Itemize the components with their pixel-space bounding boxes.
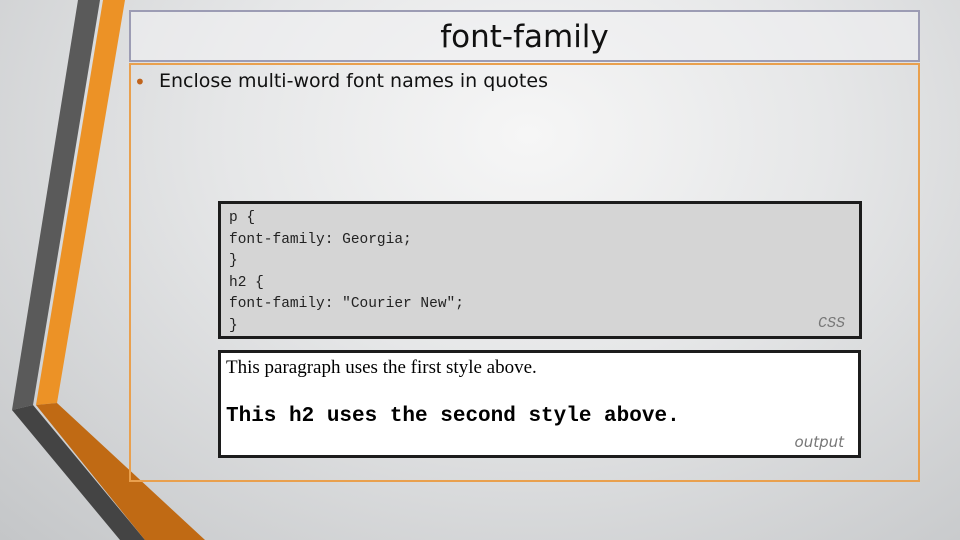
output-box: This paragraph uses the first style abov… [218,350,861,458]
output-h2: This h2 uses the second style above. [226,405,680,428]
css-label: CSS [817,315,845,332]
css-code: p { font-family: Georgia; } h2 { font-fa… [229,210,464,334]
slide-title: font-family [129,10,920,62]
output-paragraph: This paragraph uses the first style abov… [226,357,537,378]
bullet-text: Enclose multi-word font names in quotes [159,70,548,92]
css-code-box: p { font-family: Georgia; } h2 { font-fa… [218,201,862,339]
output-label: output [794,433,844,451]
bullet-icon: • [134,70,146,94]
